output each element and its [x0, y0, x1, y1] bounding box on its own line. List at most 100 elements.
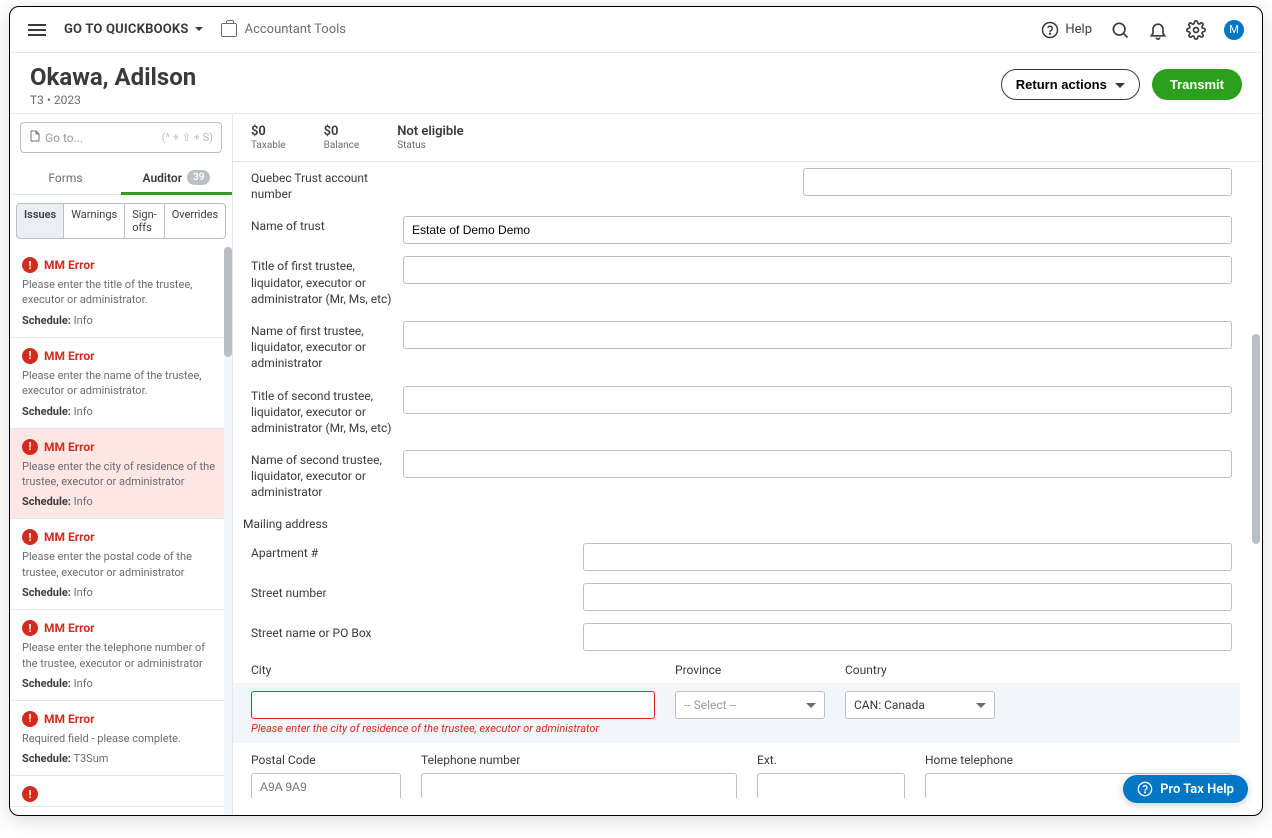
briefcase-icon: [221, 23, 237, 37]
goto-shortcut: (^ + ⇧ + S): [162, 131, 213, 144]
issue-body: Please enter the name of the trustee, ex…: [22, 368, 220, 399]
help-button[interactable]: Help: [1041, 21, 1092, 39]
input-city[interactable]: [251, 691, 655, 719]
issue-body: Please enter the title of the trustee, e…: [22, 277, 220, 308]
input-qc-trust[interactable]: [803, 168, 1232, 196]
metric-balance: $0 Balance: [324, 124, 360, 151]
balance-value: $0: [324, 124, 360, 139]
city-row-highlight: Please enter the city of residence of th…: [233, 683, 1240, 743]
error-icon: !: [22, 439, 38, 455]
scrollbar-thumb[interactable]: [224, 247, 232, 357]
label-province: Province: [675, 663, 825, 677]
status-value: Not eligible: [397, 124, 463, 139]
issue-title: MM Error: [44, 258, 95, 272]
goto-input[interactable]: Go to... (^ + ⇧ + S): [20, 122, 222, 153]
content-scrollbar-thumb[interactable]: [1252, 334, 1260, 544]
input-name-trust[interactable]: [403, 216, 1232, 244]
city-error-message: Please enter the city of residence of th…: [251, 722, 655, 735]
bell-icon[interactable]: [1148, 20, 1168, 40]
issue-title: MM Error: [44, 440, 95, 454]
goto-placeholder: Go to...: [45, 131, 162, 145]
input-ext[interactable]: [757, 773, 905, 798]
main-content: $0 Taxable $0 Balance Not eligible Statu…: [233, 114, 1262, 816]
status-label: Status: [397, 140, 463, 151]
topbar-right: Help M: [1041, 20, 1244, 40]
label-telephone: Telephone number: [421, 753, 737, 767]
chevron-down-icon: [806, 703, 816, 713]
tab-auditor[interactable]: Auditor 39: [121, 161, 232, 194]
transmit-button[interactable]: Transmit: [1152, 69, 1242, 100]
issue-item[interactable]: ! MM Error Please enter the telephone numb…: [10, 610, 232, 701]
return-actions-label: Return actions: [1016, 77, 1107, 92]
error-icon: !: [22, 529, 38, 545]
input-postal[interactable]: [251, 773, 401, 798]
form-scroll[interactable]: Quebec Trust account number Name of trus…: [233, 162, 1262, 798]
issue-item[interactable]: !: [10, 776, 232, 807]
balance-label: Balance: [324, 140, 360, 151]
tab-auditor-label: Auditor: [143, 171, 183, 185]
filter-issues[interactable]: Issues: [16, 203, 64, 239]
error-icon: !: [22, 620, 38, 636]
input-telephone[interactable]: [421, 773, 737, 798]
issue-body: Required field - please complete.: [22, 731, 220, 746]
issues-list[interactable]: ! MM Error Please enter the title of the t…: [10, 247, 232, 816]
issue-schedule: Schedule: T3Sum: [22, 752, 220, 765]
metrics-bar: $0 Taxable $0 Balance Not eligible Statu…: [233, 114, 1262, 162]
error-icon: !: [22, 348, 38, 364]
gear-icon[interactable]: [1186, 20, 1206, 40]
chevron-down-icon: [1115, 83, 1125, 93]
label-street-number: Street number: [233, 581, 583, 605]
input-street-name[interactable]: [583, 623, 1232, 651]
label-street-name: Street name or PO Box: [233, 621, 583, 645]
issue-item[interactable]: !MM ErrorPlease enter the postal code of…: [10, 519, 232, 610]
issue-schedule: Schedule: Info: [22, 586, 220, 599]
help-label: Help: [1065, 22, 1092, 37]
avatar[interactable]: M: [1224, 20, 1244, 40]
issue-item[interactable]: ! MM Error Please enter the title of the t…: [10, 247, 232, 338]
filter-warnings[interactable]: Warnings: [64, 203, 125, 239]
chevron-down-icon: [195, 22, 203, 37]
input-street-number[interactable]: [583, 583, 1232, 611]
error-icon: !: [22, 711, 38, 727]
goto-quickbooks-menu[interactable]: GO TO QUICKBOOKS: [64, 22, 203, 37]
return-subline: T3 • 2023: [30, 93, 196, 107]
input-name-first-trustee[interactable]: [403, 321, 1232, 349]
input-name-second-trustee[interactable]: [403, 450, 1232, 478]
label-qc-trust: Quebec Trust account number: [233, 166, 403, 206]
pro-tax-help-button[interactable]: Pro Tax Help: [1123, 775, 1248, 803]
input-title-first-trustee[interactable]: [403, 256, 1232, 284]
return-actions-button[interactable]: Return actions: [1001, 69, 1140, 100]
label-name-trust: Name of trust: [233, 214, 403, 238]
label-home-tel: Home telephone: [925, 753, 1232, 767]
label-ext: Ext.: [757, 753, 905, 767]
issue-item[interactable]: !MM ErrorPlease enter the city of reside…: [10, 429, 232, 520]
accountant-tools-label: Accountant Tools: [245, 22, 346, 37]
input-title-second-trustee[interactable]: [403, 386, 1232, 414]
sidebar-tabs: Forms Auditor 39: [10, 161, 232, 195]
issue-schedule: Schedule: Info: [22, 495, 220, 508]
country-value: CAN: Canada: [854, 698, 925, 712]
accountant-tools-button[interactable]: Accountant Tools: [221, 22, 346, 37]
input-apartment[interactable]: [583, 543, 1232, 571]
issue-title: MM Error: [44, 712, 95, 726]
issue-title: MM Error: [44, 530, 95, 544]
error-icon: !: [22, 257, 38, 273]
issue-title: MM Error: [44, 621, 95, 635]
section-mailing-address: Mailing address: [233, 509, 1240, 537]
menu-icon[interactable]: [28, 24, 46, 36]
search-icon[interactable]: [1110, 20, 1130, 40]
filter-signoffs[interactable]: Sign-offs: [125, 203, 165, 239]
auditor-count-badge: 39: [187, 170, 210, 185]
label-name-second-trustee: Name of second trustee, liquidator, exec…: [233, 448, 403, 505]
issue-item[interactable]: ! MM Error Required field - please complet…: [10, 701, 232, 776]
issue-body: Please enter the telephone number of the…: [22, 640, 220, 671]
issue-title: MM Error: [44, 349, 95, 363]
tab-forms[interactable]: Forms: [10, 161, 121, 194]
select-country[interactable]: CAN: Canada: [845, 691, 995, 719]
issue-schedule: Schedule: Info: [22, 677, 220, 690]
top-bar: GO TO QUICKBOOKS Accountant Tools Help M: [10, 7, 1262, 53]
filter-overrides[interactable]: Overrides: [165, 203, 227, 239]
select-province[interactable]: -- Select --: [675, 691, 825, 719]
left-sidebar: Go to... (^ + ⇧ + S) Forms Auditor 39 Is…: [10, 114, 233, 816]
issue-item[interactable]: ! MM Error Please enter the name of the tr…: [10, 338, 232, 429]
